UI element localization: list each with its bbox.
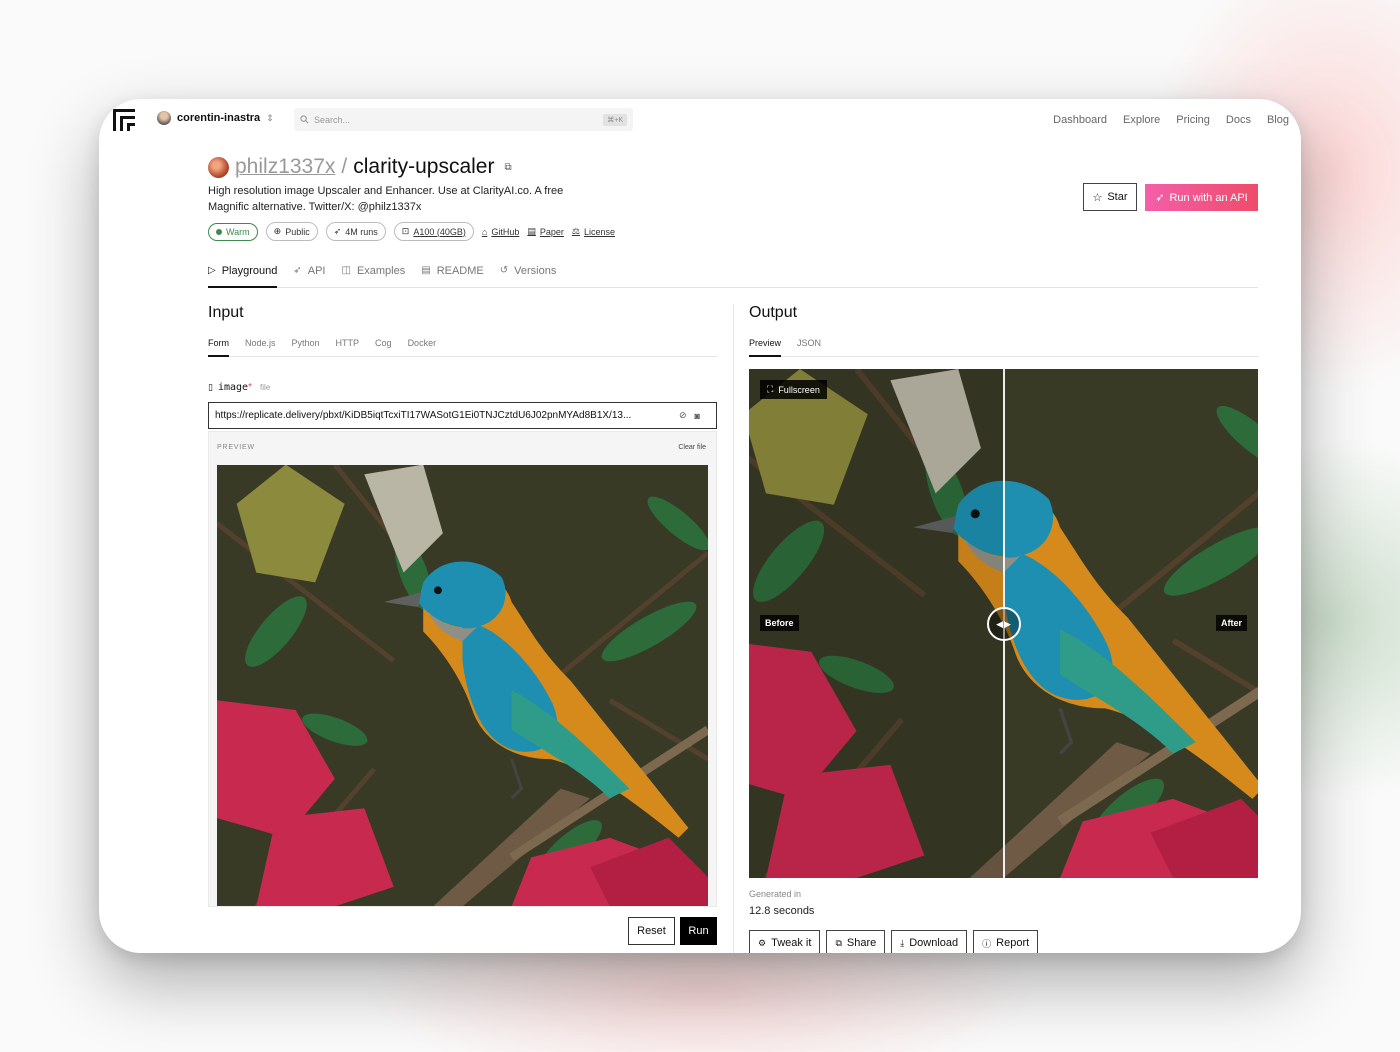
- subtab-preview[interactable]: Preview: [749, 338, 782, 357]
- user-avatar: [157, 111, 171, 125]
- subtab-cog[interactable]: Cog: [375, 338, 392, 357]
- license-link[interactable]: ⚖ License: [572, 226, 615, 237]
- chevron-updown-icon: ⇕: [266, 112, 274, 123]
- file-icon: ▯: [208, 382, 213, 392]
- after-label: After: [1215, 615, 1247, 631]
- clear-file-link[interactable]: Clear file: [678, 444, 706, 451]
- download-button[interactable]: ⤓ Download: [891, 930, 968, 953]
- owner-link[interactable]: philz1337x: [235, 155, 335, 179]
- output-subtabs: Preview JSON: [749, 338, 1258, 357]
- tab-readme[interactable]: ▤ README: [421, 262, 484, 288]
- scale-icon: ⚖: [571, 226, 580, 236]
- tab-examples[interactable]: ◫ Examples: [341, 262, 405, 288]
- replicate-logo-icon[interactable]: [113, 109, 135, 131]
- column-divider: [733, 304, 734, 953]
- globe-icon: ⊕: [273, 226, 282, 236]
- share-button[interactable]: ⧉ Share: [826, 930, 886, 953]
- subtab-json[interactable]: JSON: [797, 338, 821, 357]
- image-url-input[interactable]: https://replicate.delivery/pbxt/KiDB5iqt…: [208, 402, 717, 429]
- subtab-http[interactable]: HTTP: [336, 338, 360, 357]
- history-icon: ↺: [499, 265, 509, 276]
- github-link[interactable]: ⌂ GitHub: [482, 227, 519, 237]
- tab-playground[interactable]: ▷ Playground: [208, 262, 278, 288]
- camera-icon[interactable]: ◙: [695, 411, 700, 421]
- rocket-icon: ➶: [333, 226, 342, 236]
- model-description: High resolution image Upscaler and Enhan…: [208, 185, 564, 213]
- rocket-icon: ➶: [1155, 192, 1165, 204]
- model-name: clarity-upscaler: [353, 155, 495, 178]
- before-label: Before: [760, 615, 799, 631]
- run-with-api-button[interactable]: ➶ Run with an API: [1145, 184, 1258, 211]
- search-bar[interactable]: Search... ⌘+K: [294, 108, 633, 131]
- nav-dashboard[interactable]: Dashboard: [1053, 114, 1107, 126]
- output-compare-view[interactable]: ◀▶ ⛶ Fullscreen Before After: [749, 369, 1258, 878]
- share-icon: ⧉: [835, 937, 842, 948]
- examples-icon: ◫: [341, 265, 351, 276]
- search-placeholder: Search...: [314, 114, 351, 125]
- fullscreen-button[interactable]: ⛶ Fullscreen: [760, 380, 827, 399]
- generated-time: 12.8 seconds: [749, 905, 815, 917]
- account-name: corentin-inastra: [177, 112, 261, 124]
- download-icon: ⤓: [900, 937, 905, 948]
- star-icon: ☆: [1092, 191, 1103, 204]
- fullscreen-icon: ⛶: [767, 384, 774, 394]
- input-image: [217, 465, 708, 906]
- tab-versions[interactable]: ↺ Versions: [500, 262, 557, 288]
- flame-icon: [216, 228, 222, 235]
- subtab-nodejs[interactable]: Node.js: [245, 338, 276, 357]
- rocket-icon: ➶: [293, 265, 302, 276]
- link-icon[interactable]: ⊘: [679, 410, 687, 421]
- nav-docs[interactable]: Docs: [1226, 114, 1251, 126]
- subtab-form[interactable]: Form: [208, 338, 229, 357]
- hardware-badge[interactable]: ⊡ A100 (40GB): [393, 222, 474, 241]
- chip-icon: ⊡: [401, 226, 410, 236]
- search-shortcut: ⌘+K: [603, 113, 627, 126]
- github-icon: ⌂: [481, 226, 488, 237]
- run-button[interactable]: Run: [680, 917, 717, 945]
- top-nav: Dashboard Explore Pricing Docs Blog: [1053, 114, 1289, 126]
- owner-avatar: [208, 156, 229, 178]
- nav-explore[interactable]: Explore: [1123, 114, 1160, 126]
- paper-link[interactable]: ▤ Paper: [527, 226, 564, 237]
- input-title: Input: [208, 304, 244, 321]
- top-bar: corentin-inastra ⇕ Search... ⌘+K Dashboa…: [99, 99, 1301, 141]
- runs-badge: ➶ 4M runs: [325, 222, 386, 241]
- copy-icon[interactable]: ⧉: [504, 162, 511, 173]
- compare-arrows-icon[interactable]: ◀▶: [987, 607, 1021, 641]
- model-tabs: ▷ Playground ➶ API ◫ Examples ▤ README ↺ Vers…: [208, 262, 1258, 288]
- play-icon: ▷: [208, 265, 216, 276]
- heading-separator: /: [341, 155, 348, 178]
- model-heading: philz1337x / clarity-upscaler ⧉: [208, 155, 512, 179]
- status-badge: Warm: [208, 222, 258, 241]
- nav-blog[interactable]: Blog: [1267, 114, 1289, 126]
- image-field-label: ▯ image * file: [208, 382, 271, 393]
- tweak-button[interactable]: ⚙ Tweak it: [749, 930, 821, 953]
- tab-api[interactable]: ➶ API: [293, 262, 325, 288]
- info-icon: ⓘ: [982, 938, 992, 949]
- input-subtabs: Form Node.js Python HTTP Cog Docker: [208, 338, 717, 357]
- account-switcher[interactable]: corentin-inastra ⇕: [157, 111, 274, 125]
- document-icon: ▤: [421, 265, 431, 276]
- star-button[interactable]: ☆ Star: [1083, 183, 1137, 211]
- report-button[interactable]: ⓘ Report: [973, 930, 1039, 953]
- search-icon: [300, 115, 309, 124]
- document-icon: ▤: [527, 226, 536, 236]
- browser-window: corentin-inastra ⇕ Search... ⌘+K Dashboa…: [99, 99, 1301, 953]
- sliders-icon: ⚙: [758, 937, 767, 948]
- output-actions: ⚙ Tweak it ⧉ Share ⤓ Download ⓘ Report: [749, 930, 1039, 953]
- subtab-python[interactable]: Python: [292, 338, 320, 357]
- generated-label: Generated in: [749, 889, 802, 899]
- visibility-badge: ⊕ Public: [265, 222, 318, 241]
- image-preview: PREVIEW Clear file: [208, 431, 717, 907]
- model-badges: Warm ⊕ Public ➶ 4M runs ⊡ A100 (40GB) ⌂ GitH…: [208, 222, 615, 241]
- subtab-docker[interactable]: Docker: [408, 338, 437, 357]
- nav-pricing[interactable]: Pricing: [1176, 114, 1210, 126]
- output-title: Output: [749, 304, 798, 321]
- reset-button[interactable]: Reset: [628, 917, 675, 945]
